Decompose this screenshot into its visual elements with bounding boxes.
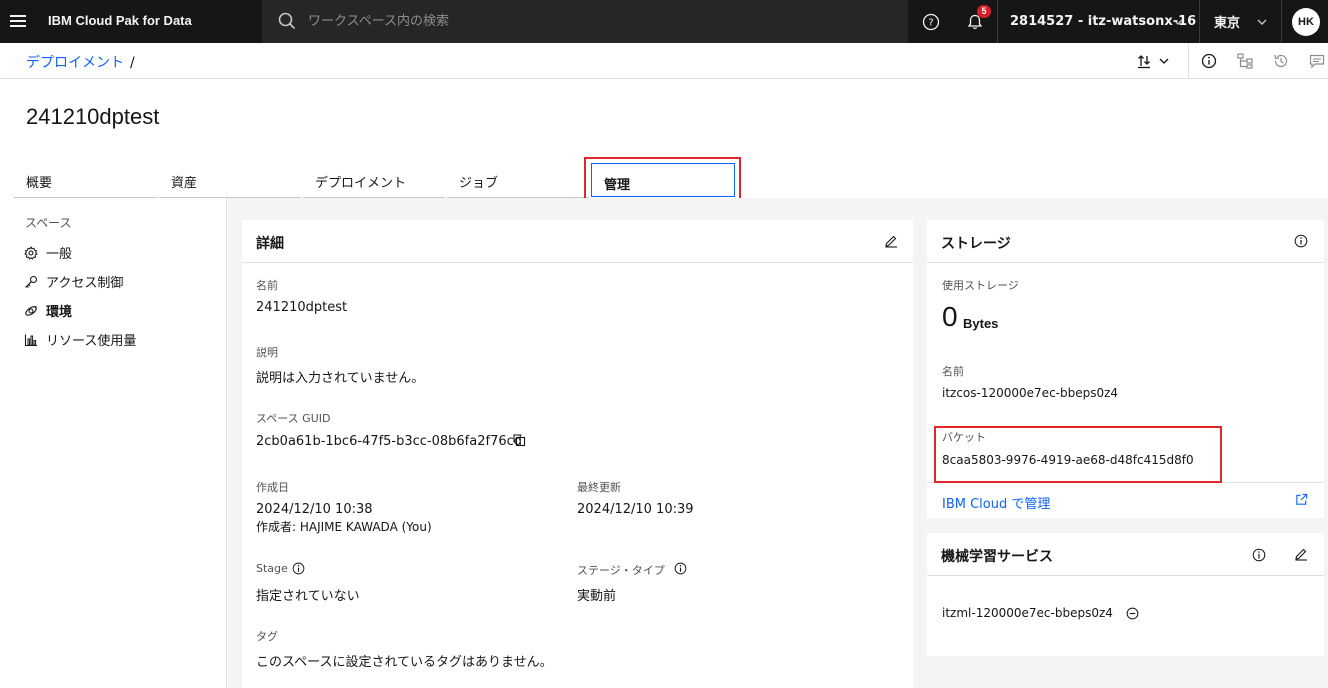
info-icon[interactable] bbox=[1294, 234, 1308, 248]
details-title: 詳細 bbox=[256, 236, 284, 252]
toolbar-divider bbox=[1188, 43, 1189, 79]
top-navigation-bar: IBM Cloud Pak for Data ? 5 2814527 - itz… bbox=[0, 0, 1328, 43]
svg-text:?: ? bbox=[928, 17, 933, 28]
guid-value: 2cb0a61b-1bc6-47f5-b3cc-08b6fa2f76cd bbox=[256, 434, 523, 449]
sidenav-item-resource-usage[interactable]: リソース使用量 bbox=[24, 330, 136, 349]
highlight-box-manage-tab bbox=[584, 157, 741, 201]
edit-icon[interactable] bbox=[1294, 547, 1308, 561]
storage-title: ストレージ bbox=[941, 236, 1011, 252]
external-link-icon[interactable] bbox=[1295, 493, 1308, 506]
stage-type-value: 実動前 bbox=[577, 589, 617, 604]
upload-download-icon[interactable] bbox=[1136, 52, 1154, 70]
details-card-header: 詳細 bbox=[242, 220, 913, 263]
tags-label: タグ bbox=[256, 630, 278, 643]
search-bar[interactable] bbox=[262, 0, 908, 43]
environment-icon bbox=[25, 305, 37, 316]
sidenav-item-label: リソース使用量 bbox=[46, 334, 137, 349]
account-selector[interactable]: 2814527 - itz-watsonx-16 bbox=[998, 0, 1198, 43]
page-title: 241210dptest bbox=[26, 104, 160, 129]
menu-icon[interactable] bbox=[10, 11, 28, 31]
sidenav-item-environments[interactable]: 環境 bbox=[24, 301, 72, 320]
sidenav-item-access-control[interactable]: アクセス制御 bbox=[24, 272, 123, 291]
tab-jobs[interactable]: ジョブ bbox=[447, 160, 589, 198]
key-icon bbox=[25, 275, 38, 288]
sidenav-item-label: アクセス制御 bbox=[46, 276, 124, 291]
tab-deployments[interactable]: デプロイメント bbox=[303, 160, 445, 198]
sidenav-item-label: 環境 bbox=[46, 305, 73, 320]
search-input[interactable] bbox=[308, 10, 888, 32]
guid-label: スペース GUID bbox=[256, 412, 331, 425]
region-selector[interactable]: 東京 bbox=[1200, 0, 1280, 43]
updated-value: 2024/12/10 10:39 bbox=[577, 502, 694, 517]
created-value: 2024/12/10 10:38 bbox=[256, 502, 373, 517]
stage-label: Stage bbox=[256, 562, 288, 575]
ml-service-card: 機械学習サービス itzml-120000e7ec-bbeps0z4 bbox=[927, 533, 1324, 656]
breadcrumb-bar: デプロイメント / bbox=[0, 43, 1328, 79]
divider bbox=[1281, 0, 1282, 43]
breadcrumb-separator: / bbox=[130, 55, 135, 71]
region-name: 東京 bbox=[1214, 16, 1241, 31]
breadcrumb: デプロイメント / bbox=[26, 52, 135, 72]
storage-name-value: itzcos-120000e7ec-bbeps0z4 bbox=[942, 386, 1119, 400]
comment-icon[interactable] bbox=[1308, 52, 1326, 70]
chevron-down-icon bbox=[1257, 19, 1267, 25]
ml-service-instance: itzml-120000e7ec-bbeps0z4 bbox=[942, 606, 1113, 620]
highlight-box-bucket bbox=[934, 426, 1222, 483]
chevron-down-icon[interactable] bbox=[1158, 55, 1170, 67]
edit-icon[interactable] bbox=[884, 234, 898, 248]
tab-assets[interactable]: 資産 bbox=[159, 160, 301, 198]
info-icon[interactable] bbox=[1200, 52, 1218, 70]
breadcrumb-link-deployments[interactable]: デプロイメント bbox=[26, 55, 124, 71]
notifications-button[interactable]: 5 bbox=[953, 0, 997, 43]
copy-icon[interactable] bbox=[512, 433, 526, 447]
description-value: 説明は入力されていません。 bbox=[256, 371, 425, 386]
side-navigation: スペース 一般 アクセス制御 環境 リソース使用量 bbox=[0, 198, 227, 688]
manage-in-ibm-cloud-link[interactable]: IBM Cloud で管理 bbox=[942, 493, 1050, 512]
description-label: 説明 bbox=[256, 346, 278, 359]
gear-icon bbox=[24, 245, 38, 260]
history-icon[interactable] bbox=[1272, 52, 1290, 70]
remove-icon[interactable] bbox=[1126, 607, 1139, 620]
used-storage-unit: Bytes bbox=[963, 316, 999, 331]
used-storage-value: 0 bbox=[942, 301, 958, 332]
chevron-down-icon bbox=[1173, 19, 1183, 25]
brand-name[interactable]: IBM Cloud Pak for Data bbox=[48, 13, 192, 28]
storage-name-label: 名前 bbox=[942, 365, 964, 378]
help-button[interactable]: ? bbox=[909, 0, 953, 43]
hierarchy-icon[interactable] bbox=[1236, 52, 1254, 70]
storage-card-header: ストレージ bbox=[927, 220, 1324, 263]
creator-value: 作成者: HAJIME KAWADA (You) bbox=[256, 520, 432, 534]
tab-overview[interactable]: 概要 bbox=[14, 160, 157, 198]
account-name: 2814527 - itz-watsonx-16 bbox=[1010, 14, 1197, 29]
updated-label: 最終更新 bbox=[577, 481, 621, 494]
stage-value: 指定されていない bbox=[256, 589, 360, 604]
sidenav-section-title: スペース bbox=[25, 216, 72, 230]
ml-service-card-header: 機械学習サービス bbox=[927, 533, 1324, 576]
created-label: 作成日 bbox=[256, 481, 289, 494]
info-icon[interactable] bbox=[1252, 548, 1266, 562]
stage-type-label: ステージ・タイプ bbox=[577, 564, 665, 577]
search-icon bbox=[278, 12, 296, 30]
tags-value: このスペースに設定されているタグはありません。 bbox=[256, 655, 553, 670]
name-value: 241210dptest bbox=[256, 300, 348, 315]
sidenav-item-label: 一般 bbox=[46, 247, 73, 262]
notification-badge: 5 bbox=[977, 5, 991, 18]
ml-service-title: 機械学習サービス bbox=[941, 549, 1053, 565]
used-storage-label: 使用ストレージ bbox=[942, 279, 1019, 292]
name-label: 名前 bbox=[256, 279, 278, 292]
help-icon: ? bbox=[922, 13, 940, 30]
info-icon[interactable] bbox=[292, 562, 305, 575]
details-card: 詳細 名前 241210dptest 説明 説明は入力されていません。 スペース… bbox=[242, 220, 913, 688]
sidenav-item-general[interactable]: 一般 bbox=[24, 243, 72, 262]
avatar[interactable]: HK bbox=[1292, 8, 1320, 36]
bar-chart-icon bbox=[24, 334, 37, 346]
info-icon[interactable] bbox=[674, 562, 687, 575]
